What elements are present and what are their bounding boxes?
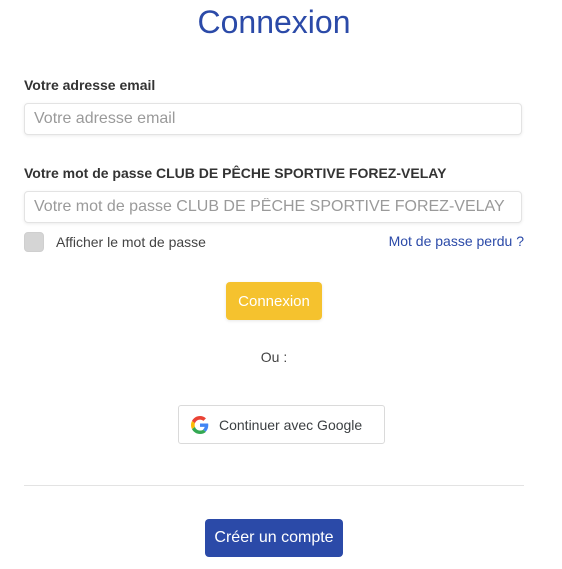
login-page: Connexion Votre adresse email Votre mot …	[0, 0, 562, 569]
google-button-label: Continuer avec Google	[219, 416, 363, 433]
create-account-button[interactable]: Créer un compte	[205, 519, 343, 557]
google-logo-icon	[191, 415, 209, 434]
google-login-button[interactable]: Continuer avec Google	[178, 405, 385, 444]
show-password-toggle[interactable]: Afficher le mot de passe	[24, 232, 206, 252]
show-password-checkbox[interactable]	[24, 232, 44, 252]
show-password-label: Afficher le mot de passe	[56, 234, 206, 250]
forgot-password-link[interactable]: Mot de passe perdu ?	[389, 233, 524, 249]
email-label: Votre adresse email	[24, 77, 156, 93]
page-title: Connexion	[197, 4, 351, 40]
password-field[interactable]	[24, 191, 522, 223]
email-field[interactable]	[24, 103, 522, 135]
login-button[interactable]: Connexion	[226, 282, 322, 320]
or-separator: Ou :	[260, 349, 288, 365]
password-label: Votre mot de passe CLUB DE PÊCHE SPORTIV…	[24, 165, 447, 181]
divider	[24, 485, 524, 486]
